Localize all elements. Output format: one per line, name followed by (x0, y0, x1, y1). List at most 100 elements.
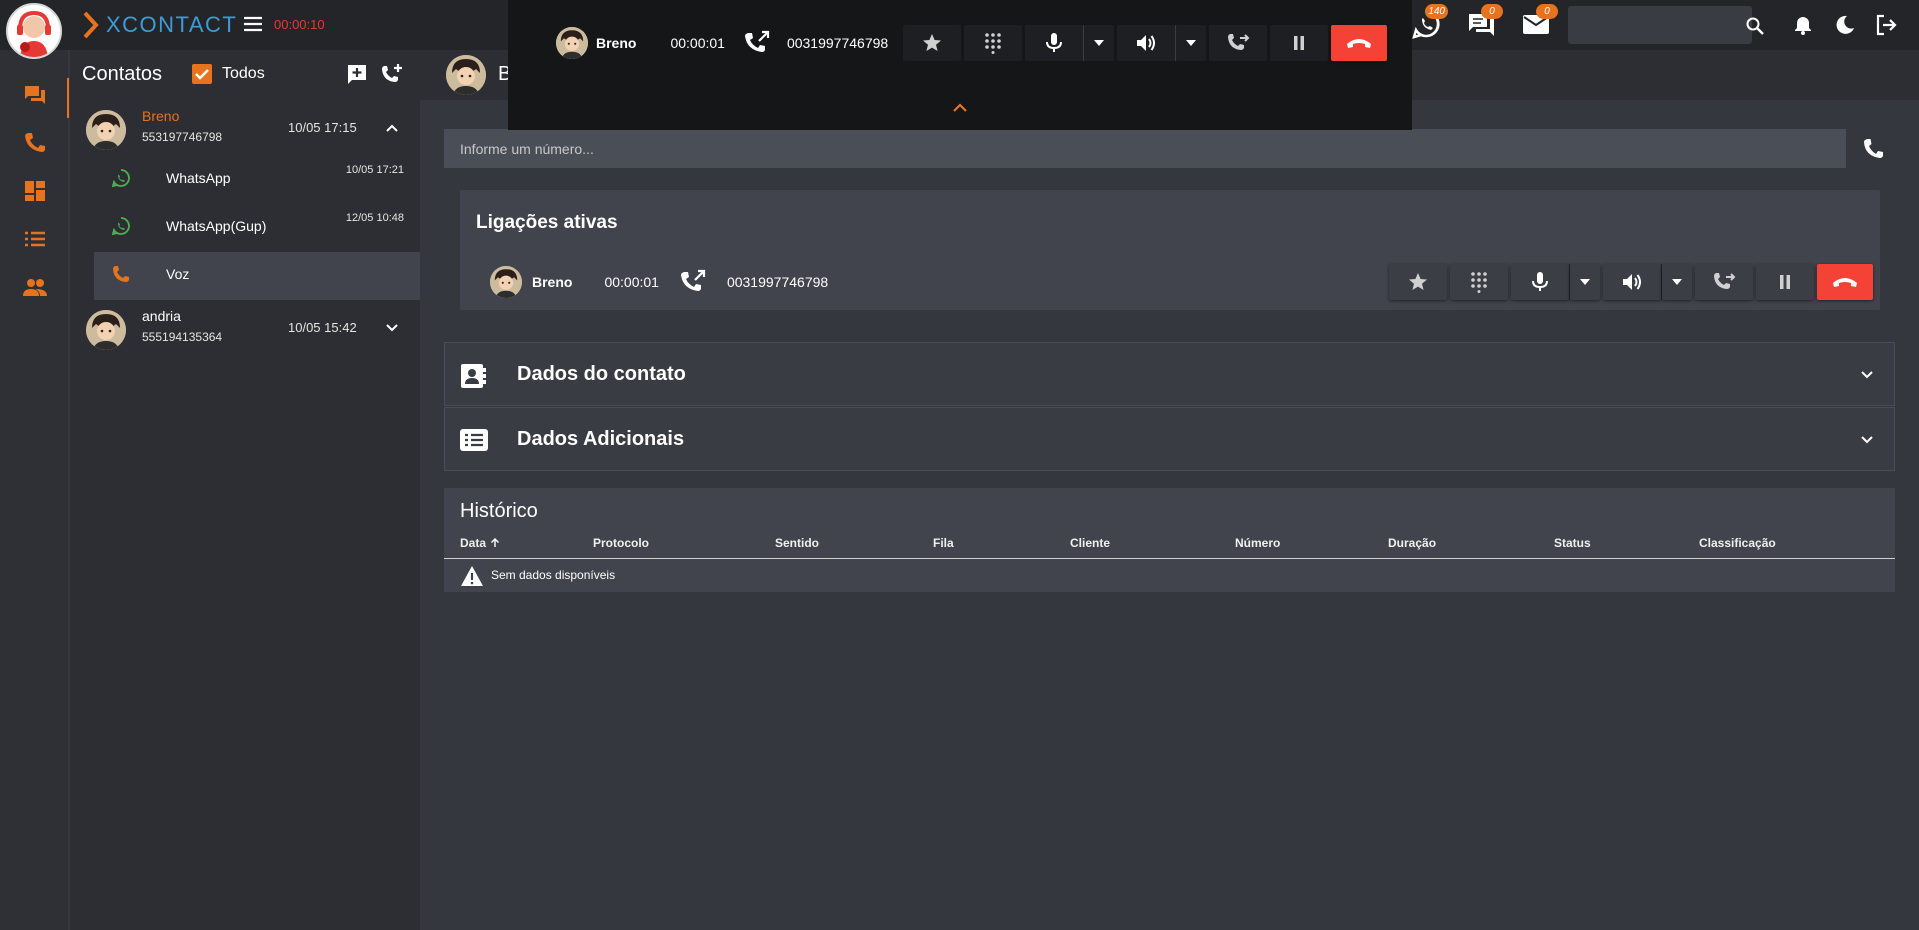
microphone-button[interactable] (1511, 264, 1569, 300)
outgoing-call-icon (744, 30, 770, 52)
column-header-duracao[interactable]: Duração (1388, 536, 1436, 550)
nav-chat[interactable] (22, 82, 48, 108)
active-calls-title: Ligações ativas (476, 212, 618, 233)
speaker-button[interactable] (1117, 25, 1175, 61)
check-icon (195, 69, 209, 80)
new-chat-icon[interactable] (346, 63, 368, 85)
transfer-button[interactable] (1209, 25, 1267, 61)
column-header-data[interactable]: Data (460, 536, 500, 550)
logout-icon[interactable] (1874, 13, 1898, 37)
call-controls (1386, 264, 1873, 300)
callbar-number: 0031997746798 (786, 35, 889, 51)
dialpad-icon (985, 33, 1001, 54)
microphone-icon (1532, 272, 1548, 291)
speaker-options-button[interactable] (1176, 25, 1206, 61)
search-input[interactable] (1568, 6, 1720, 46)
number-input[interactable] (444, 129, 1846, 168)
search-icon[interactable] (1746, 17, 1764, 35)
dark-mode-icon[interactable] (1834, 14, 1856, 36)
column-header-classificacao[interactable]: Classificação (1699, 536, 1776, 550)
channel-label: WhatsApp (166, 170, 231, 186)
users-icon (23, 279, 47, 296)
additional-data-section[interactable]: Dados Adicionais (444, 407, 1895, 471)
channel-item-whatsapp-gup[interactable]: WhatsApp(Gup) 12/05 10:48 (94, 202, 420, 250)
top-search (1568, 6, 1764, 46)
nav-users[interactable] (22, 274, 48, 300)
contact-card-icon (461, 364, 486, 388)
contact-number: 555194135364 (142, 330, 223, 344)
contact-date: 10/05 17:15 (288, 120, 357, 135)
dialpad-button[interactable] (964, 25, 1022, 61)
session-timer: 00:00:10 (274, 17, 325, 32)
favorite-button[interactable] (1389, 264, 1447, 300)
nav-calls[interactable] (22, 130, 48, 156)
brand-chevron-icon (83, 11, 99, 39)
callbar-duration: 00:00:01 (670, 35, 725, 51)
contact-name: Breno (142, 108, 180, 124)
chat-notifications-button[interactable]: 0 (1463, 4, 1503, 42)
transfer-button[interactable] (1695, 264, 1753, 300)
microphone-options-button[interactable] (1570, 264, 1600, 300)
contact-item[interactable]: Breno 553197746798 10/05 17:15 (70, 106, 420, 154)
hold-button[interactable] (1756, 264, 1814, 300)
callbar-controls (900, 25, 1387, 61)
column-header-sentido[interactable]: Sentido (775, 536, 819, 550)
mail-notifications-button[interactable]: 0 (1518, 4, 1558, 42)
channel-date: 12/05 10:48 (345, 212, 404, 224)
column-header-protocolo[interactable]: Protocolo (593, 536, 649, 550)
call-avatar (556, 27, 588, 59)
column-header-cliente[interactable]: Cliente (1070, 536, 1110, 550)
section-title: Dados Adicionais (517, 428, 685, 450)
header-avatar (446, 55, 486, 95)
dialpad-button[interactable] (1450, 264, 1508, 300)
microphone-options-button[interactable] (1084, 25, 1114, 61)
column-header-fila[interactable]: Fila (933, 536, 954, 550)
end-call-button[interactable] (1331, 25, 1387, 61)
column-header-numero[interactable]: Número (1235, 536, 1280, 550)
phone-icon (25, 133, 45, 152)
microphone-icon (1046, 33, 1062, 52)
dial-phone-icon[interactable] (1862, 136, 1886, 160)
active-calls-card: Ligações ativas Breno 00:00:01 003199774… (460, 190, 1880, 310)
phone-icon (113, 266, 129, 282)
whatsapp-notifications-button[interactable]: 140 (1408, 4, 1448, 42)
contacts-title: Contatos (82, 63, 163, 85)
microphone-button[interactable] (1025, 25, 1083, 61)
nav-dashboard[interactable] (22, 178, 48, 204)
number-field (444, 129, 1846, 168)
chevron-down-icon[interactable] (384, 320, 400, 336)
chevron-down-icon (1861, 436, 1873, 444)
brand-logo: XCONTACT (82, 11, 237, 39)
speaker-options-button[interactable] (1662, 264, 1692, 300)
favorite-button[interactable] (903, 25, 961, 61)
chat-badge: 0 (1481, 4, 1503, 19)
hold-button[interactable] (1270, 25, 1328, 61)
collapse-chevron-icon[interactable] (950, 98, 970, 118)
add-call-icon[interactable] (380, 63, 404, 85)
speaker-button[interactable] (1603, 264, 1661, 300)
agent-avatar[interactable] (6, 3, 62, 59)
dialpad-icon (1471, 272, 1487, 293)
contact-date: 10/05 15:42 (288, 320, 357, 335)
end-call-icon (1347, 39, 1371, 48)
history-panel: Histórico Data Protocolo Sentido Fila Cl… (444, 488, 1895, 592)
pause-icon (1294, 36, 1304, 50)
chat-icon (25, 86, 45, 104)
active-call-row: Breno 00:00:01 0031997746798 (490, 264, 828, 300)
end-call-button[interactable] (1817, 264, 1873, 300)
channel-item-voz[interactable]: Voz (94, 252, 420, 300)
nav-list[interactable] (22, 226, 48, 252)
list-box-icon (460, 429, 488, 451)
chevron-up-icon[interactable] (384, 120, 400, 136)
history-title: Histórico (460, 500, 538, 522)
menu-icon[interactable] (242, 13, 264, 35)
bell-icon[interactable] (1792, 14, 1814, 36)
channel-item-whatsapp[interactable]: WhatsApp 10/05 17:21 (94, 154, 420, 202)
contact-number: 553197746798 (142, 130, 223, 144)
contact-avatar (86, 310, 126, 350)
contact-data-section[interactable]: Dados do contato (444, 342, 1895, 406)
warning-icon (461, 566, 483, 586)
todos-checkbox[interactable] (192, 64, 212, 84)
contact-item[interactable]: andria 555194135364 10/05 15:42 (70, 306, 420, 354)
column-header-status[interactable]: Status (1554, 536, 1591, 550)
